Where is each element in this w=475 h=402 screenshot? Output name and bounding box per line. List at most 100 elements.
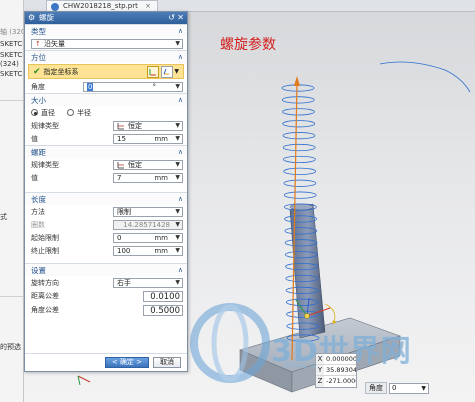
helix-turn xyxy=(282,132,316,140)
coord-y-input[interactable]: 35.8930427 xyxy=(324,365,356,375)
chevron-down-icon: ▼ xyxy=(175,246,180,254)
section-settings-header[interactable]: 设置 ∧ xyxy=(25,263,187,276)
navigator-item[interactable]: SKETCH_ xyxy=(0,40,23,48)
helix-turn xyxy=(283,167,317,175)
section-type-title: 类型 xyxy=(31,26,46,36)
end-limit-input[interactable]: 100 mm ▼ xyxy=(113,245,183,256)
angle-widget-value: 0 xyxy=(392,383,397,392)
section-pitch-header[interactable]: 螺距 ∧ xyxy=(25,145,187,158)
section-size-header[interactable]: 大小 ∧ xyxy=(25,93,187,106)
check-icon: ✔ xyxy=(33,66,41,77)
pitch-law-row: 规律类型 恒定 ▼ xyxy=(25,158,187,171)
view-triad xyxy=(77,375,91,386)
pitch-law-dropdown[interactable]: 恒定 ▼ xyxy=(113,159,183,170)
section-orientation-header[interactable]: 方位 ∧ xyxy=(25,50,187,63)
helix-turn xyxy=(282,120,316,128)
coord-x-label: X xyxy=(316,354,324,364)
section-type-header[interactable]: 类型 ∧ xyxy=(25,24,187,37)
navigator-item[interactable]: SKETCH_ xyxy=(0,70,23,78)
coord-x-row: X 0.0000000 xyxy=(316,354,356,365)
specify-csys-row[interactable]: ✔ 指定坐标系 ▼ xyxy=(28,64,184,79)
section-settings-title: 设置 xyxy=(31,265,46,275)
size-law-row: 规律类型 恒定 ▼ xyxy=(25,119,187,132)
size-law-label: 规律类型 xyxy=(31,121,59,130)
start-limit-input[interactable]: 0 mm ▼ xyxy=(113,232,183,243)
gear-icon[interactable]: ⚙ xyxy=(28,12,35,24)
distance-tolerance-row: 距离公差 0.0100 xyxy=(25,289,187,303)
angle-widget-input[interactable]: 0 ▼ xyxy=(389,382,429,394)
close-icon[interactable]: ✕ xyxy=(177,12,184,24)
size-value-input[interactable]: 15 mm ▼ xyxy=(113,133,183,144)
navigator-item[interactable]: SKETCH_ xyxy=(0,51,23,59)
diameter-radio[interactable] xyxy=(31,109,38,116)
angle-unit: ° xyxy=(152,82,157,91)
part-file-icon xyxy=(51,3,59,11)
navigator-item[interactable]: (324) xyxy=(0,60,19,68)
csys-icon xyxy=(149,68,157,75)
direction-dropdown[interactable]: 右手 ▼ xyxy=(113,277,183,288)
section-size-title: 大小 xyxy=(31,95,46,105)
chevron-down-icon: ▼ xyxy=(175,233,180,241)
length-method-dropdown[interactable]: 限制 ▼ xyxy=(113,206,183,217)
coordinate-readout: X 0.0000000 Y 35.8930427 Z -271.0000 xyxy=(315,353,357,388)
chevron-down-icon: ▼ xyxy=(175,82,180,90)
helix-turn xyxy=(281,96,315,104)
coord-z-input[interactable]: -271.0000 xyxy=(324,376,356,387)
helix-turn xyxy=(283,179,317,187)
tab-close-icon[interactable]: × xyxy=(145,2,151,10)
coord-x-input[interactable]: 0.0000000 xyxy=(324,354,356,364)
angle-widget: 角度 0 ▼ xyxy=(365,382,429,394)
law-icon xyxy=(117,161,124,168)
direction-value: 右手 xyxy=(117,278,131,287)
turns-input: 14.28571428 ▼ xyxy=(113,219,183,230)
navigator-divider xyxy=(0,296,23,297)
helix-parameter-annotation: 螺旋参数 xyxy=(220,37,276,53)
reset-icon[interactable]: ↺ xyxy=(168,12,175,24)
angle-tolerance-input[interactable]: 0.5000 xyxy=(143,304,183,316)
type-row: ↑ 沿矢量 ▼ xyxy=(25,37,187,50)
collapse-icon[interactable]: ∧ xyxy=(178,148,183,156)
chevron-down-icon: ▼ xyxy=(175,39,180,47)
size-law-value: 恒定 xyxy=(128,121,142,130)
start-limit-label: 起始限制 xyxy=(31,233,59,242)
helix-turn xyxy=(283,191,317,199)
navigator-item[interactable]: 式 xyxy=(0,212,7,222)
size-value-label: 值 xyxy=(31,134,38,143)
chevron-down-icon: ▼ xyxy=(175,220,180,228)
chevron-down-icon[interactable]: ▼ xyxy=(174,68,179,75)
coord-z-row: Z -271.0000 xyxy=(316,376,356,387)
pitch-value-input[interactable]: 7 mm ▼ xyxy=(113,172,183,183)
collapse-icon[interactable]: ∧ xyxy=(178,266,183,274)
turns-value: 14.28571428 xyxy=(123,220,170,229)
vector-icon: ↑ xyxy=(35,39,41,48)
size-law-dropdown[interactable]: 恒定 ▼ xyxy=(113,120,183,131)
pitch-unit: mm xyxy=(154,173,168,182)
navigator-item[interactable]: 轴 (320) xyxy=(0,27,23,37)
helix-turn xyxy=(283,155,316,164)
distance-tolerance-input[interactable]: 0.0100 xyxy=(143,290,183,302)
csys-dialog-button[interactable] xyxy=(147,65,160,78)
collapse-icon[interactable]: ∧ xyxy=(178,96,183,104)
collapse-icon[interactable]: ∧ xyxy=(178,195,183,203)
cancel-button[interactable]: 取消 xyxy=(153,357,181,368)
radius-radio[interactable] xyxy=(67,109,74,116)
dialog-titlebar[interactable]: ⚙ 螺旋 ↺ ✕ xyxy=(25,12,187,24)
pitch-law-label: 规律类型 xyxy=(31,160,59,169)
ok-button[interactable]: < 确定 > xyxy=(104,357,149,368)
navigator-divider xyxy=(0,100,23,101)
helix-dialog: ⚙ 螺旋 ↺ ✕ 类型 ∧ ↑ 沿矢量 ▼ 方位 ∧ ✔ 指定坐标系 ▼ 角度 … xyxy=(24,11,188,372)
navigator-item[interactable]: 的预选 xyxy=(0,342,21,352)
radius-label: 半径 xyxy=(77,108,91,117)
section-length-header[interactable]: 长度 ∧ xyxy=(25,192,187,205)
collapse-icon[interactable]: ∧ xyxy=(178,27,183,35)
part-navigator: 轴 (320) SKETCH_ SKETCH_ (324) SKETCH_ 式 … xyxy=(0,0,24,402)
csys-option-button[interactable] xyxy=(161,65,174,78)
angle-input[interactable]: 0 ° ▼ xyxy=(83,81,183,92)
type-dropdown[interactable]: ↑ 沿矢量 ▼ xyxy=(31,38,183,49)
chevron-down-icon: ▼ xyxy=(421,384,426,392)
end-limit-value: 100 xyxy=(117,246,131,255)
collapse-icon[interactable]: ∧ xyxy=(178,53,183,61)
helix-fragment xyxy=(379,61,471,93)
coord-y-row: Y 35.8930427 xyxy=(316,365,356,376)
coord-y-label: Y xyxy=(316,365,324,375)
